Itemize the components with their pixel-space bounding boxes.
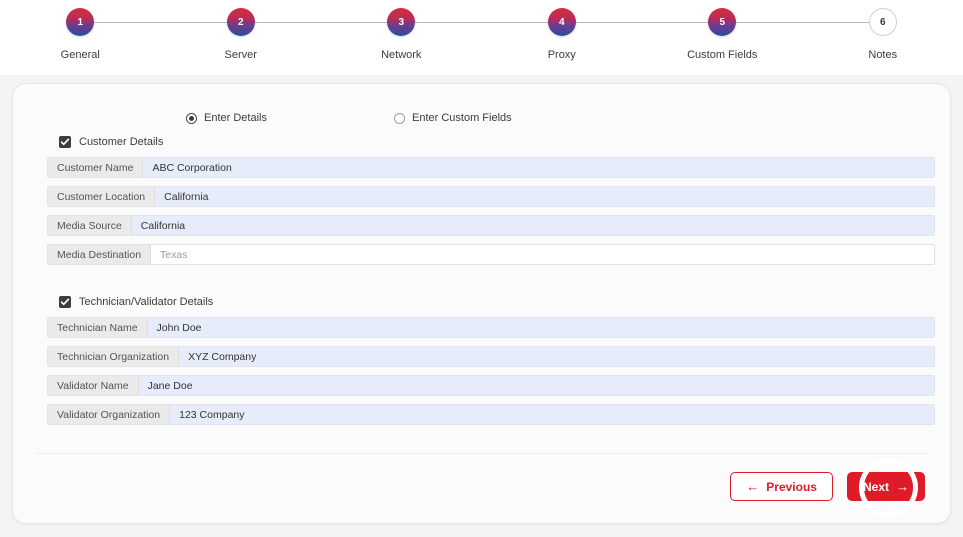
field-label: Validator Name bbox=[48, 376, 139, 395]
field-input[interactable]: John Doe bbox=[148, 318, 934, 337]
field-row[interactable]: Customer Location California bbox=[47, 186, 935, 207]
radio-unselected-icon[interactable] bbox=[393, 112, 405, 124]
customer-details-title: Customer Details bbox=[79, 136, 164, 148]
stepper-step-custom-fields[interactable]: 5 Custom Fields bbox=[642, 8, 883, 61]
radio-enter-details[interactable]: Enter Details bbox=[186, 112, 267, 124]
technician-validator-section: Technician/Validator Details Technician … bbox=[47, 296, 935, 433]
stepper-step-label: Proxy bbox=[547, 49, 576, 61]
field-row[interactable]: Media Destination Texas bbox=[47, 244, 935, 265]
radio-enter-details-label: Enter Details bbox=[204, 112, 267, 124]
field-label: Technician Organization bbox=[48, 347, 180, 366]
radio-enter-custom-fields-label: Enter Custom Fields bbox=[411, 112, 512, 124]
arrow-left-icon: ← bbox=[746, 479, 760, 494]
field-input[interactable]: California bbox=[132, 216, 934, 235]
stepper-step-number[interactable]: 1 bbox=[66, 8, 95, 36]
field-label: Validator Organization bbox=[48, 405, 171, 424]
field-input[interactable]: Jane Doe bbox=[139, 376, 934, 395]
stepper-step-label: Custom Fields bbox=[687, 49, 758, 61]
field-row[interactable]: Technician Name John Doe bbox=[47, 317, 935, 338]
field-row[interactable]: Customer Name ABC Corporation bbox=[47, 157, 935, 178]
footer-divider bbox=[37, 453, 928, 454]
checkbox-checked-icon[interactable] bbox=[59, 296, 71, 308]
field-input[interactable]: 123 Company bbox=[170, 405, 934, 424]
arrow-right-icon: → bbox=[896, 479, 909, 494]
wizard-stepper: 1 General 2 Server 3 Network 4 Proxy 5 Custom Fie… bbox=[0, 0, 963, 75]
next-button[interactable]: Next → bbox=[846, 472, 925, 501]
stepper-step-number[interactable]: 5 bbox=[708, 8, 737, 36]
stepper-step-number[interactable]: 2 bbox=[226, 8, 255, 36]
next-button-label: Next bbox=[862, 479, 889, 494]
field-label: Customer Location bbox=[48, 187, 156, 206]
field-input[interactable]: ABC Corporation bbox=[143, 158, 934, 177]
stepper-step-label: Notes bbox=[868, 49, 898, 61]
stepper-step-proxy[interactable]: 4 Proxy bbox=[482, 8, 723, 61]
field-input[interactable]: Texas bbox=[151, 245, 934, 264]
customer-details-section: Customer Details Customer Name ABC Corpor… bbox=[47, 136, 935, 273]
radio-enter-custom-fields[interactable]: Enter Custom Fields bbox=[393, 112, 512, 124]
field-label: Media Destination bbox=[48, 245, 152, 264]
checkbox-checked-icon[interactable] bbox=[59, 136, 71, 148]
field-row[interactable]: Media Source California bbox=[47, 215, 935, 236]
customer-details-header[interactable]: Customer Details bbox=[47, 136, 935, 148]
stepper-step-network[interactable]: 3 Network bbox=[321, 8, 562, 61]
form-card: Enter Details Enter Custom Fields Custom… bbox=[12, 83, 951, 524]
mode-radio-group: Enter Details Enter Custom Fields bbox=[13, 112, 950, 124]
stepper-step-general[interactable]: 1 General bbox=[0, 8, 241, 61]
previous-button-label: Previous bbox=[766, 479, 817, 494]
stepper-step-number[interactable]: 6 bbox=[868, 8, 897, 36]
field-row[interactable]: Technician Organization XYZ Company bbox=[47, 346, 935, 367]
radio-selected-icon[interactable] bbox=[186, 112, 197, 124]
field-label: Customer Name bbox=[48, 158, 144, 177]
previous-button[interactable]: ← Previous bbox=[730, 472, 833, 501]
field-input[interactable]: California bbox=[155, 187, 934, 206]
field-label: Technician Name bbox=[48, 318, 148, 337]
stepper-step-number[interactable]: 3 bbox=[387, 8, 416, 36]
stepper-step-label: Network bbox=[381, 49, 422, 61]
field-row[interactable]: Validator Name Jane Doe bbox=[47, 375, 935, 396]
field-input[interactable]: XYZ Company bbox=[179, 347, 934, 366]
wizard-footer: ← Previous Next → bbox=[730, 472, 925, 501]
field-row[interactable]: Validator Organization 123 Company bbox=[47, 404, 935, 425]
stepper-step-label: Server bbox=[224, 49, 257, 61]
technician-validator-title: Technician/Validator Details bbox=[79, 296, 214, 308]
technician-validator-header[interactable]: Technician/Validator Details bbox=[47, 296, 935, 308]
stepper-step-server[interactable]: 2 Server bbox=[161, 8, 402, 61]
stepper-step-notes[interactable]: 6 Notes bbox=[803, 8, 963, 61]
stepper-step-number[interactable]: 4 bbox=[547, 8, 576, 36]
field-label: Media Source bbox=[48, 216, 132, 235]
stepper-step-label: General bbox=[60, 49, 100, 61]
